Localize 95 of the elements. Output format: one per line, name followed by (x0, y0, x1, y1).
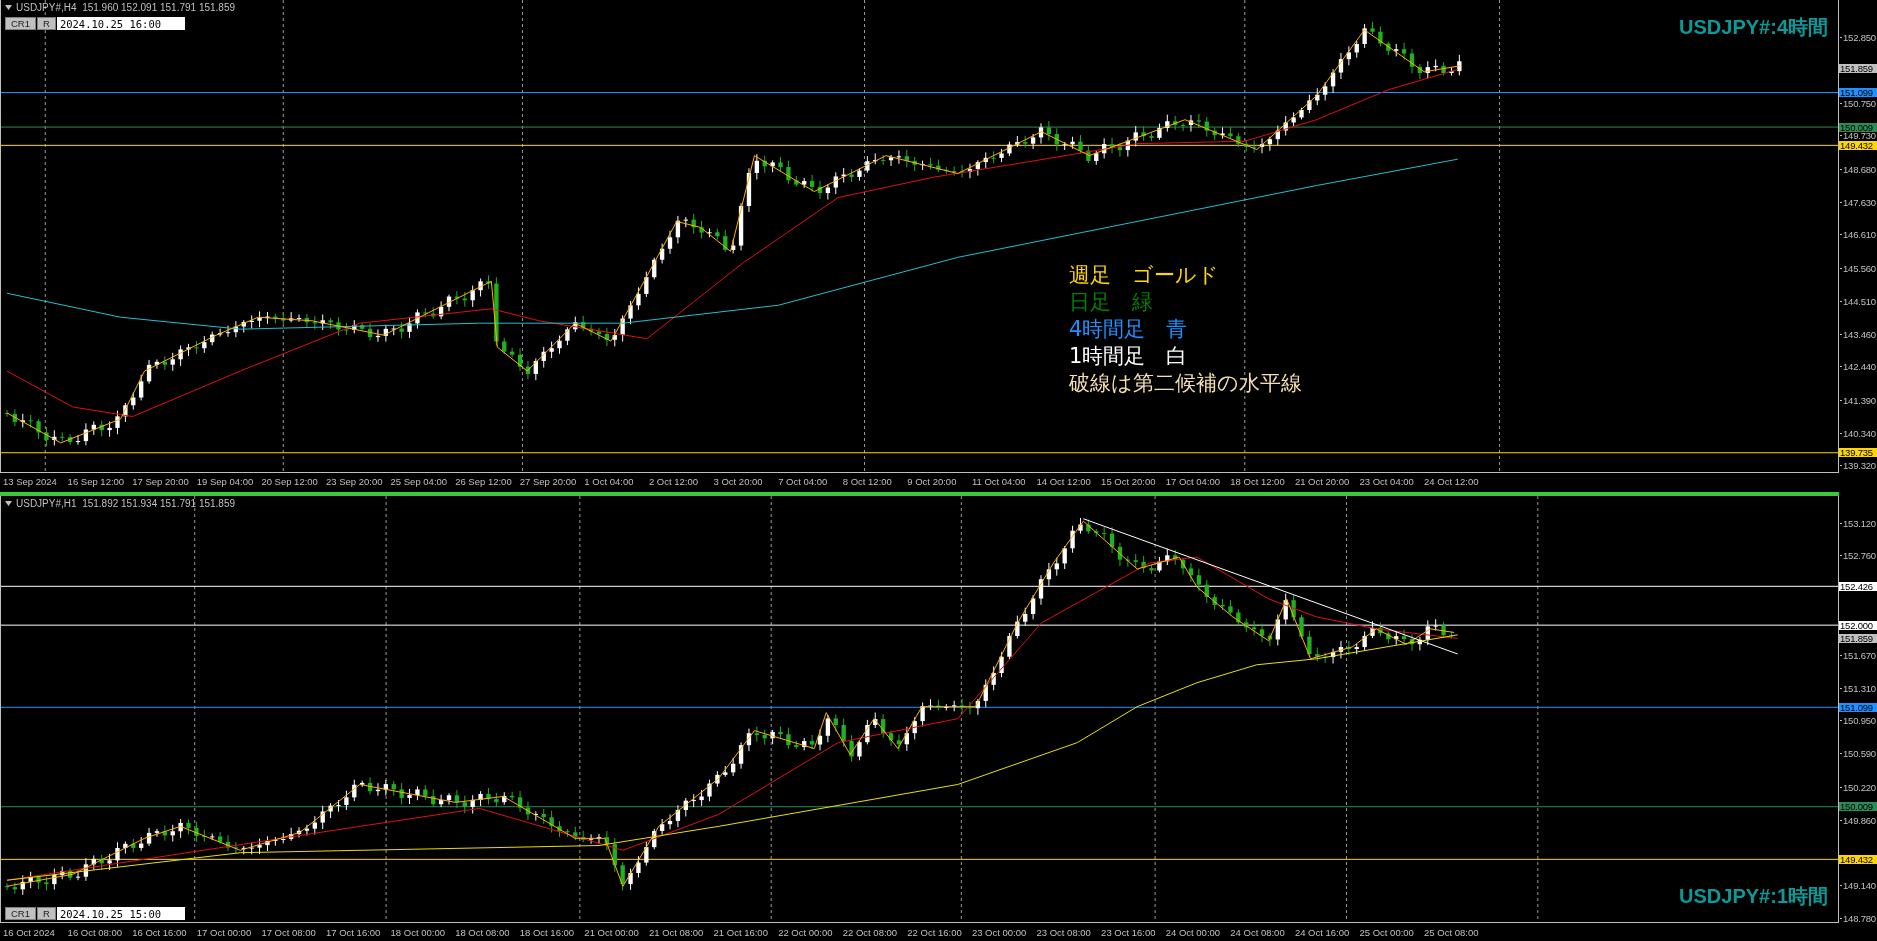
date-field[interactable]: 2024.10.25 15:00 (56, 907, 185, 920)
time-label: 25 Oct 00:00 (1359, 926, 1415, 938)
time-label: 8 Oct 12:00 (842, 476, 893, 487)
price-tick: 148.780 (1840, 914, 1876, 922)
time-label: 23 Oct 16:00 (1101, 926, 1157, 938)
time-label: 24 Oct 00:00 (1165, 926, 1222, 938)
price-tick: 139.320 (1840, 461, 1876, 471)
time-label: 18 Oct 12:00 (1230, 476, 1286, 487)
price-tick: 150.220 (1840, 782, 1876, 792)
time-label: 23 Oct 08:00 (1036, 926, 1092, 938)
toolbar-button[interactable]: R (37, 17, 56, 30)
toolbar-button[interactable]: CR1 (5, 907, 36, 920)
price-tag: 152.426 (1839, 581, 1877, 591)
legend-note: 週足 ゴールド (1069, 262, 1220, 289)
time-label: 22 Oct 00:00 (778, 926, 834, 938)
price-tick: 151.670 (1840, 650, 1876, 660)
time-label: 15 Oct 20:00 (1101, 476, 1157, 487)
time-label: 16 Oct 2024 (3, 926, 56, 938)
time-label: 23 Oct 00:00 (971, 926, 1028, 938)
price-tick: 151.310 (1840, 683, 1876, 693)
time-label: 3 Oct 20:00 (713, 476, 764, 487)
price-tag: 150.009 (1839, 122, 1877, 132)
time-label: 25 Sep 04:00 (390, 476, 449, 487)
time-label: 17 Oct 04:00 (1165, 476, 1222, 487)
price-tick: 142.440 (1840, 362, 1876, 372)
price-tick: 152.760 (1840, 551, 1876, 561)
time-label: 22 Oct 08:00 (842, 926, 899, 938)
legend-note: 破線は第二候補の水平線 (1069, 370, 1302, 397)
time-label: 14 Oct 12:00 (1036, 476, 1092, 487)
time-label: 20 Sep 12:00 (261, 476, 319, 487)
time-label: 22 Oct 16:00 (907, 926, 963, 938)
time-label: 19 Sep 04:00 (196, 476, 255, 487)
legend-note: 日足 緑 (1069, 289, 1154, 316)
time-label: 24 Oct 16:00 (1294, 926, 1351, 938)
price-tick: 150.590 (1840, 749, 1876, 759)
time-label: 1 Oct 04:00 (584, 476, 635, 487)
time-label: 16 Oct 08:00 (67, 926, 123, 938)
time-label: 21 Oct 00:00 (584, 926, 640, 938)
price-tick: 150.950 (1840, 716, 1876, 726)
symbol-info: USDJPY#,H1 151.892 151.934 151.791 151.859 (16, 498, 236, 509)
price-tag: 150.009 (1839, 802, 1877, 812)
price-tick: 153.120 (1840, 518, 1876, 528)
time-label: 16 Oct 16:00 (132, 926, 188, 938)
price-tick: 148.680 (1840, 164, 1876, 174)
date-field[interactable]: 2024.10.25 16:00 (56, 17, 185, 30)
legend-note: 1時間足 白 (1069, 343, 1189, 370)
price-tick: 149.140 (1840, 881, 1876, 891)
price-tick: 152.850 (1840, 32, 1876, 42)
time-label: 21 Oct 20:00 (1294, 476, 1351, 487)
price-tag: 149.432 (1839, 140, 1877, 150)
price-tick: 149.730 (1840, 131, 1876, 141)
price-tick: 141.390 (1840, 395, 1876, 405)
time-label: 18 Oct 16:00 (519, 926, 576, 938)
toolbar-button[interactable]: R (37, 907, 56, 920)
price-tick: 150.750 (1840, 99, 1876, 109)
time-label: 27 Sep 20:00 (519, 476, 578, 487)
price-tick: 143.460 (1840, 330, 1876, 340)
time-label: 17 Oct 00:00 (196, 926, 253, 938)
price-tick: 149.860 (1840, 815, 1876, 825)
time-label: 26 Sep 12:00 (455, 476, 513, 487)
time-label: 7 Oct 04:00 (778, 476, 829, 487)
time-label: 21 Oct 08:00 (648, 926, 705, 938)
price-tag: 151.859 (1839, 633, 1877, 643)
time-label: 24 Oct 08:00 (1230, 926, 1286, 938)
price-tick: 144.510 (1840, 296, 1876, 306)
time-label: 2 Oct 12:00 (648, 476, 700, 487)
symbol-info: USDJPY#,H4 151.960 152.091 151.791 151.859 (16, 2, 236, 13)
price-tick: 140.340 (1840, 429, 1876, 439)
time-label: 13 Sep 2024 (3, 476, 58, 487)
time-label: 11 Oct 04:00 (971, 476, 1027, 487)
price-tick: 147.630 (1840, 197, 1876, 207)
time-label: 23 Oct 04:00 (1359, 476, 1415, 487)
chart-title: USDJPY#:4時間 (1679, 15, 1828, 40)
time-label: 18 Oct 00:00 (390, 926, 446, 938)
time-label: 23 Sep 20:00 (325, 476, 384, 487)
price-tag: 151.859 (1839, 63, 1877, 73)
time-label: 24 Oct 12:00 (1424, 476, 1480, 487)
time-label: 18 Oct 08:00 (455, 926, 511, 938)
legend-note: 4時間足 青 (1069, 316, 1189, 343)
chart-title: USDJPY#:1時間 (1679, 884, 1828, 909)
time-label: 16 Sep 12:00 (67, 476, 126, 487)
time-label: 9 Oct 20:00 (907, 476, 958, 487)
price-tag: 151.099 (1839, 88, 1877, 97)
time-label: 21 Oct 16:00 (713, 926, 769, 938)
toolbar-button[interactable]: CR1 (5, 17, 36, 30)
price-tag: 151.099 (1839, 702, 1877, 712)
time-label: 17 Sep 20:00 (132, 476, 190, 487)
price-tick: 145.560 (1840, 263, 1876, 273)
time-label: 17 Oct 08:00 (261, 926, 317, 938)
price-tag: 152.000 (1839, 620, 1877, 630)
time-label: 17 Oct 16:00 (325, 926, 382, 938)
time-label: 25 Oct 08:00 (1424, 926, 1480, 938)
price-tag: 149.432 (1839, 854, 1877, 864)
price-tag: 139.735 (1839, 448, 1877, 458)
price-tick: 146.610 (1840, 230, 1876, 240)
